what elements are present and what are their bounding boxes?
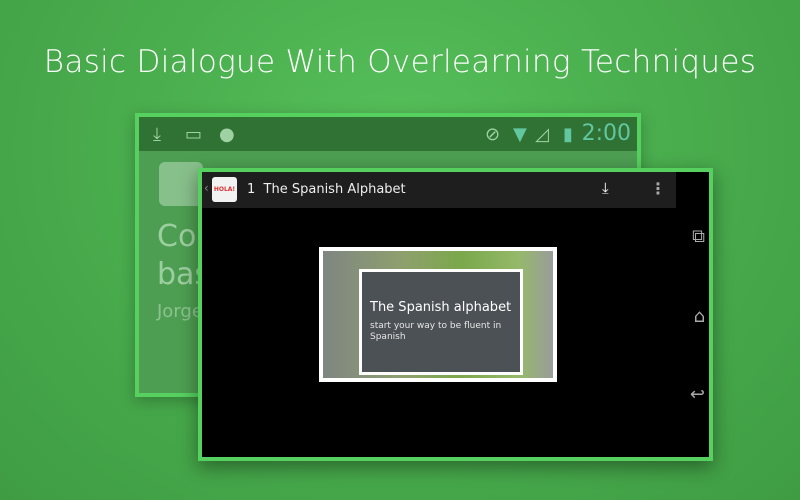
signal-icon: ◿	[535, 124, 549, 145]
clock: 2:00	[581, 121, 631, 146]
home-icon[interactable]: ⌂	[694, 306, 705, 327]
lesson-number: 1	[247, 182, 256, 197]
battery-icon: ▮	[563, 124, 573, 145]
lesson-title-text: The Spanish Alphabet	[263, 182, 406, 197]
download-notification-icon: ⤓	[153, 124, 161, 145]
recent-apps-icon[interactable]: ⧉	[692, 226, 705, 247]
overflow-menu-icon[interactable]: ⋮	[650, 179, 666, 198]
android-icon: ●	[219, 124, 235, 145]
slide-card: The Spanish alphabet start your way to b…	[359, 269, 523, 375]
back-icon[interactable]: ↩	[690, 384, 705, 405]
action-bar: ‹ HOLA! 1 The Spanish Alphabet ⤓ ⋮	[202, 172, 676, 208]
foreground-phone-screen: ‹ HOLA! 1 The Spanish Alphabet ⤓ ⋮ The S…	[198, 168, 713, 461]
slide-subtitle: start your way to be fluent in Spanish	[370, 321, 502, 342]
wifi-icon: ▼	[513, 124, 527, 145]
video-thumbnail[interactable]: The Spanish alphabet start your way to b…	[319, 247, 557, 382]
mute-icon: ⊘	[485, 124, 501, 145]
up-chevron-icon[interactable]: ‹	[204, 181, 209, 195]
photo-collage: The Spanish alphabet start your way to b…	[323, 251, 553, 378]
headline: Basic Dialogue With Overlearning Techniq…	[43, 44, 757, 80]
app-logo[interactable]: HOLA!	[212, 177, 237, 202]
course-author: Jorge	[157, 301, 203, 322]
image-notification-icon: ▭	[185, 124, 203, 145]
slide-title: The Spanish alphabet	[370, 300, 512, 315]
lesson-title: 1 The Spanish Alphabet	[247, 182, 406, 197]
course-logo	[159, 162, 203, 206]
status-bar: ⤓ ▭ ● ⊘ ▼ ◿ ▮ 2:00	[139, 117, 637, 151]
download-icon[interactable]: ⤓	[602, 179, 609, 197]
